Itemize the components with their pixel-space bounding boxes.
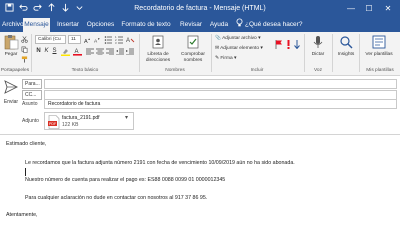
svg-text:A: A — [126, 38, 130, 44]
importance-low-icon[interactable] — [294, 40, 300, 52]
basic-text-group-label: Texto básico — [71, 68, 99, 73]
attachment-label: Adjunto — [22, 118, 39, 124]
send-icon — [4, 80, 19, 94]
shrink-font-icon[interactable]: A▼ — [94, 36, 100, 46]
send-button[interactable]: Enviar — [2, 80, 20, 108]
check-names-label: Comprobar nombres — [181, 52, 205, 63]
font-color-icon[interactable]: A — [73, 47, 82, 59]
lightbulb-icon — [234, 18, 244, 32]
templates-group-label: Mis plantillas — [366, 68, 394, 73]
close-button[interactable]: ✕ — [381, 0, 395, 18]
numbering-icon[interactable]: 123 — [115, 35, 124, 47]
attach-item-button[interactable]: ✉ Adjuntar elemento ▾ — [215, 45, 263, 52]
send-label: Enviar — [3, 99, 19, 105]
microphone-icon — [313, 36, 323, 48]
address-book-button[interactable]: Libreta de direcciones — [141, 34, 175, 66]
align-left-icon[interactable] — [86, 48, 94, 58]
tab-formato-texto[interactable]: Formato de texto — [120, 18, 172, 32]
attach-item-icon: ✉ — [215, 46, 220, 51]
check-names-button[interactable]: Comprobar nombres — [178, 34, 208, 66]
tab-opciones[interactable]: Opciones — [86, 18, 115, 32]
body-line-3: Para cualquier aclaración no dude en con… — [25, 195, 208, 201]
to-button[interactable]: Para... — [22, 79, 42, 89]
cut-icon[interactable] — [21, 36, 28, 46]
highlight-icon[interactable] — [61, 48, 70, 59]
attach-item-label: Adjuntar elemento — [220, 46, 260, 51]
check-names-icon — [187, 35, 199, 49]
insights-label: Insights — [337, 52, 355, 57]
signature-button[interactable]: ✎ Firma ▾ — [215, 55, 236, 62]
attachment-chip[interactable]: PDF factura_2191.pdf 122 KB ▾ — [44, 112, 134, 130]
address-book-icon — [152, 35, 164, 49]
grow-font-icon[interactable]: A▲ — [84, 36, 91, 46]
body-line-2: Nuestro número de cuenta para realizar e… — [25, 177, 226, 183]
decrease-indent-icon[interactable] — [116, 48, 124, 58]
tab-archivo[interactable]: Archivo — [2, 18, 24, 32]
dictate-label: Dictar — [311, 52, 325, 57]
view-templates-button[interactable]: Ver plantillas — [362, 34, 396, 66]
view-templates-label: Ver plantillas — [365, 52, 393, 57]
title-bar: Recordatorio de factura - Mensaje (HTML)… — [0, 0, 400, 18]
attachment-name: factura_2191.pdf — [62, 115, 100, 121]
voice-group-label: Voz — [313, 68, 322, 73]
signature-icon: ✎ — [215, 56, 220, 61]
tab-revisar[interactable]: Revisar — [178, 18, 204, 32]
dictate-button[interactable]: Dictar — [307, 34, 329, 66]
group-divider — [332, 34, 333, 72]
templates-icon — [372, 35, 386, 49]
tab-mensaje[interactable]: Mensaje — [23, 18, 50, 32]
paste-label: Pegar — [4, 52, 18, 57]
italic-button[interactable]: K — [43, 47, 50, 55]
clear-formatting-icon[interactable]: A — [126, 35, 135, 47]
to-field[interactable] — [44, 79, 397, 89]
ribbon: Pegar Portapapeles Calibri (Cu 11 A▲ A▼ … — [0, 32, 400, 76]
maximize-button[interactable]: ☐ — [362, 0, 376, 18]
tab-insertar[interactable]: Insertar — [54, 18, 82, 32]
paste-icon — [4, 35, 19, 50]
include-group-label: Incluir — [250, 68, 264, 73]
flag-icon[interactable] — [275, 40, 283, 52]
clipboard-group-label: Portapapeles — [0, 68, 30, 73]
header-divider — [0, 134, 400, 135]
text-cursor — [25, 168, 26, 176]
font-name-select[interactable]: Calibri (Cu — [35, 35, 66, 44]
window-title: Recordatorio de factura - Mensaje (HTML) — [134, 5, 266, 12]
svg-text:PDF: PDF — [49, 122, 57, 126]
ribbon-tabs: Archivo Mensaje Insertar Opciones Format… — [0, 18, 400, 32]
bold-button[interactable]: N — [35, 47, 42, 55]
paste-button[interactable]: Pegar — [2, 34, 20, 66]
insights-icon — [340, 36, 353, 49]
attach-file-label: Adjuntar archivo — [222, 36, 257, 41]
pdf-file-icon: PDF — [48, 115, 60, 129]
tell-me-search[interactable]: ¿Qué desea hacer? — [245, 18, 302, 32]
names-group-label: Nombres — [165, 68, 185, 73]
attachment-size: 122 KB — [62, 122, 79, 128]
group-divider — [31, 34, 32, 72]
svg-text:3: 3 — [115, 41, 117, 44]
subject-field[interactable]: Recordatorio de factura — [44, 99, 397, 109]
copy-icon[interactable] — [21, 46, 28, 56]
underline-button[interactable]: S — [51, 47, 58, 55]
address-book-label: Libreta de direcciones — [145, 52, 171, 63]
tab-ayuda[interactable]: Ayuda — [209, 18, 229, 32]
insights-button[interactable]: Insights — [335, 34, 357, 66]
align-center-icon[interactable] — [96, 48, 104, 58]
attach-file-button[interactable]: 📎 Adjuntar archivo ▾ — [215, 35, 260, 42]
align-right-icon[interactable] — [106, 48, 114, 58]
bullets-icon[interactable] — [104, 35, 113, 47]
body-line-1: Le recordamos que la factura adjunta núm… — [25, 160, 295, 166]
attachment-menu-icon[interactable]: ▾ — [125, 114, 128, 121]
increase-indent-icon[interactable] — [126, 48, 134, 58]
format-painter-icon[interactable] — [21, 56, 28, 66]
body-greeting: Estimado cliente, — [6, 141, 47, 147]
signature-label: Firma — [220, 56, 233, 61]
subject-label: Asunto — [22, 101, 38, 107]
importance-high-icon[interactable] — [286, 40, 291, 52]
body-closing: Atentamente, — [6, 212, 38, 218]
font-size-select[interactable]: 11 — [68, 35, 81, 44]
minimize-button[interactable]: — — [344, 0, 358, 18]
paperclip-icon: 📎 — [215, 36, 221, 41]
